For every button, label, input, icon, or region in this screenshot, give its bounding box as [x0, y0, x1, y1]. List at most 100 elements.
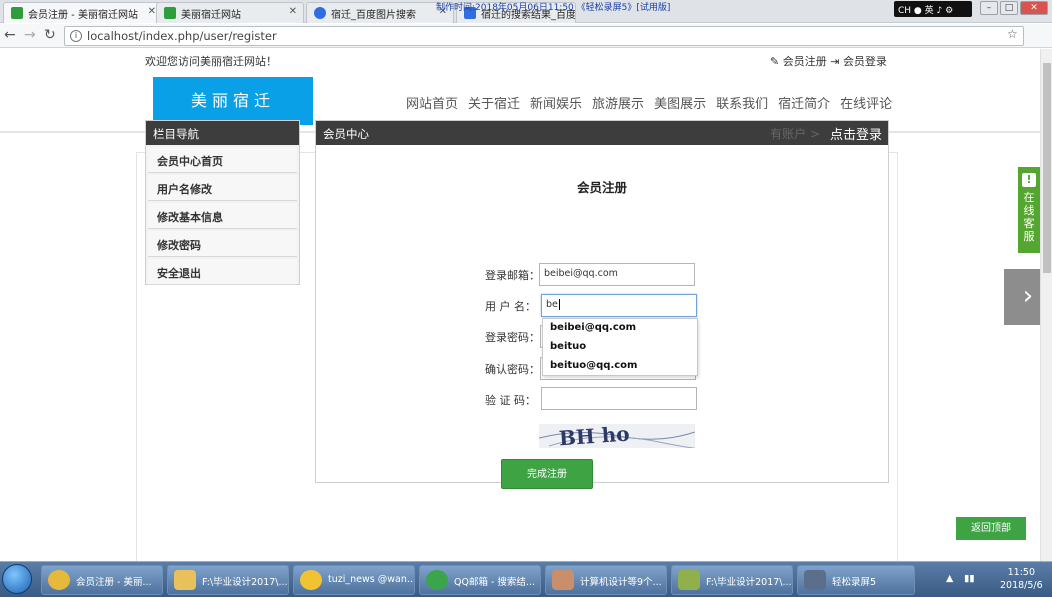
- top-links: ✎ 会员注册 ⇥ 会员登录: [770, 53, 887, 69]
- start-button-icon[interactable]: [2, 564, 32, 594]
- edit-icon: ✎: [770, 55, 780, 68]
- sidebar-item-member-home[interactable]: 会员中心首页: [148, 147, 297, 173]
- username-label: 用 户 名：: [485, 300, 536, 313]
- email-field[interactable]: beibei@qq.com: [539, 263, 695, 286]
- login-link[interactable]: 会员登录: [843, 55, 887, 68]
- taskbar-label: 轻松录屏5: [832, 577, 877, 588]
- maximize-icon[interactable]: □: [1000, 1, 1018, 15]
- clock-time: 11:50: [1007, 567, 1036, 578]
- online-service-widget[interactable]: ! 在 线 客 服: [1018, 167, 1040, 253]
- username-field[interactable]: be: [541, 294, 697, 317]
- page-scrollbar[interactable]: [1040, 49, 1052, 561]
- nav-contact[interactable]: 联系我们: [716, 93, 768, 112]
- register-link[interactable]: 会员注册: [783, 55, 827, 68]
- taskbar-item-chrome[interactable]: 会员注册 - 美丽...: [41, 565, 163, 595]
- nav-intro[interactable]: 宿迁简介: [778, 93, 830, 112]
- window-close-icon[interactable]: ✕: [1020, 1, 1048, 15]
- chevron-right-icon: ›: [1022, 281, 1034, 311]
- ime-lang: CH: [898, 6, 912, 16]
- main-nav: 网站首页 关于宿迁 新闻娱乐 旅游展示 美图展示 联系我们 宿迁简介 在线评论: [406, 93, 892, 112]
- nav-gallery[interactable]: 美图展示: [654, 93, 706, 112]
- bookmark-star-icon[interactable]: ☆: [1007, 27, 1018, 41]
- autocomplete-dropdown: beibei@qq.com beituo beituo@qq.com: [542, 318, 698, 376]
- service-char: 在: [1023, 191, 1035, 204]
- reload-icon[interactable]: ↻: [44, 27, 56, 43]
- autocomplete-option[interactable]: beituo: [543, 338, 697, 357]
- autocomplete-option[interactable]: beituo@qq.com: [543, 357, 697, 376]
- tray-expand-icon[interactable]: ▲: [946, 573, 953, 584]
- recording-watermark: 制作时间:2018年05月06日11:50 《轻松录屏5》[试用版]: [436, 3, 671, 13]
- sidebar-item-edit-info[interactable]: 修改基本信息: [148, 203, 297, 229]
- site-favicon-icon: [164, 7, 176, 19]
- baidu-paw-icon: [314, 7, 326, 19]
- clock-date: 2018/5/6: [1000, 580, 1043, 591]
- captcha-field[interactable]: [541, 387, 697, 410]
- tab-baidu-image-search[interactable]: 宿迁_百度图片搜索 ✕: [306, 2, 454, 23]
- nav-home[interactable]: 网站首页: [406, 93, 458, 112]
- form-title: 会员注册: [577, 180, 628, 195]
- nav-about[interactable]: 关于宿迁: [468, 93, 520, 112]
- recorder-icon: [804, 570, 826, 590]
- taskbar-item-qqmail[interactable]: QQ邮箱 - 搜索结...: [419, 565, 541, 595]
- avatar-icon: [552, 570, 574, 590]
- complete-register-button[interactable]: 完成注册: [501, 459, 593, 489]
- browser-toolbar: ← → ↻ i localhost/index.php/user/registe…: [0, 24, 1052, 48]
- taskbar-item-qq-chat[interactable]: 计算机设计等9个...: [545, 565, 667, 595]
- url-bar[interactable]: i localhost/index.php/user/register: [64, 26, 1024, 46]
- site-favicon-icon: [11, 7, 23, 19]
- click-login-link[interactable]: 点击登录: [830, 124, 882, 143]
- sidebar-item-change-password[interactable]: 修改密码: [148, 231, 297, 257]
- panel-title: 会员中心: [323, 127, 369, 141]
- back-arrow-icon[interactable]: ←: [4, 27, 16, 43]
- close-icon[interactable]: ✕: [148, 6, 156, 17]
- scrollbar-thumb[interactable]: [1043, 63, 1051, 273]
- close-icon[interactable]: ✕: [289, 6, 297, 17]
- tab-title: 美丽宿迁网站: [181, 10, 241, 21]
- taskbar-clock[interactable]: 11:50 2018/5/6: [1000, 566, 1043, 592]
- taskbar-item-folder[interactable]: F:\毕业设计2017\...: [167, 565, 289, 595]
- browser-icon: [426, 570, 448, 590]
- has-account-text: 有账户 >: [770, 127, 820, 141]
- captcha-image[interactable]: BH ho: [539, 424, 695, 448]
- taskbar-label: tuzi_news @wan...: [328, 574, 415, 585]
- sidebar-header: 栏目导航: [146, 121, 299, 145]
- password-label: 登录密码：: [485, 331, 540, 344]
- taskbar-label: F:\毕业设计2017\...: [202, 577, 288, 588]
- confirm-password-label: 确认密码：: [485, 363, 540, 376]
- network-icon[interactable]: ▮▮: [964, 573, 974, 584]
- app-icon: [300, 570, 322, 590]
- back-to-top-button[interactable]: 返回顶部: [956, 517, 1026, 540]
- tab-site-home[interactable]: 美丽宿迁网站 ✕: [156, 2, 304, 23]
- service-char: 服: [1023, 230, 1035, 243]
- taskbar-item-tuzi-news[interactable]: tuzi_news @wan...: [293, 565, 415, 595]
- editor-icon: [678, 570, 700, 590]
- folder-icon: [174, 570, 196, 590]
- autocomplete-option[interactable]: beibei@qq.com: [543, 319, 697, 338]
- taskbar-label: 计算机设计等9个...: [580, 577, 662, 588]
- sidebar-item-logout[interactable]: 安全退出: [148, 259, 297, 285]
- site-logo[interactable]: 美丽宿迁: [153, 77, 313, 125]
- sidebar-item-change-username[interactable]: 用户名修改: [148, 175, 297, 201]
- page-info-icon[interactable]: i: [70, 30, 82, 42]
- taskbar-label: F:\毕业设计2017\...: [706, 577, 792, 588]
- service-char: 客: [1023, 217, 1035, 230]
- forward-arrow-icon[interactable]: →: [24, 27, 36, 43]
- taskbar-item-editor[interactable]: F:\毕业设计2017\...: [671, 565, 793, 595]
- username-value: be: [546, 299, 558, 310]
- browser-tab-bar: 会员注册 - 美丽宿迁网站 ✕ 美丽宿迁网站 ✕ 宿迁_百度图片搜索 ✕ 宿迁的…: [0, 0, 1052, 23]
- nav-comments[interactable]: 在线评论: [840, 93, 892, 112]
- tab-member-register[interactable]: 会员注册 - 美丽宿迁网站 ✕: [3, 2, 163, 23]
- taskbar-item-recorder[interactable]: 轻松录屏5: [797, 565, 915, 595]
- captcha-noise: BH ho: [539, 424, 695, 448]
- taskbar-label: QQ邮箱 - 搜索结...: [454, 577, 535, 588]
- service-char: 线: [1023, 204, 1035, 217]
- nav-news[interactable]: 新闻娱乐: [530, 93, 582, 112]
- text-caret: [558, 299, 560, 310]
- login-icon: ⇥: [830, 55, 840, 68]
- ime-toolbar[interactable]: CH ● 英 ♪ ⚙: [894, 1, 972, 17]
- tab-title: 会员注册 - 美丽宿迁网站: [28, 10, 138, 21]
- nav-tourism[interactable]: 旅游展示: [592, 93, 644, 112]
- chat-icon: !: [1022, 173, 1036, 187]
- welcome-text: 欢迎您访问美丽宿迁网站！: [145, 55, 277, 68]
- minimize-icon[interactable]: –: [980, 1, 998, 15]
